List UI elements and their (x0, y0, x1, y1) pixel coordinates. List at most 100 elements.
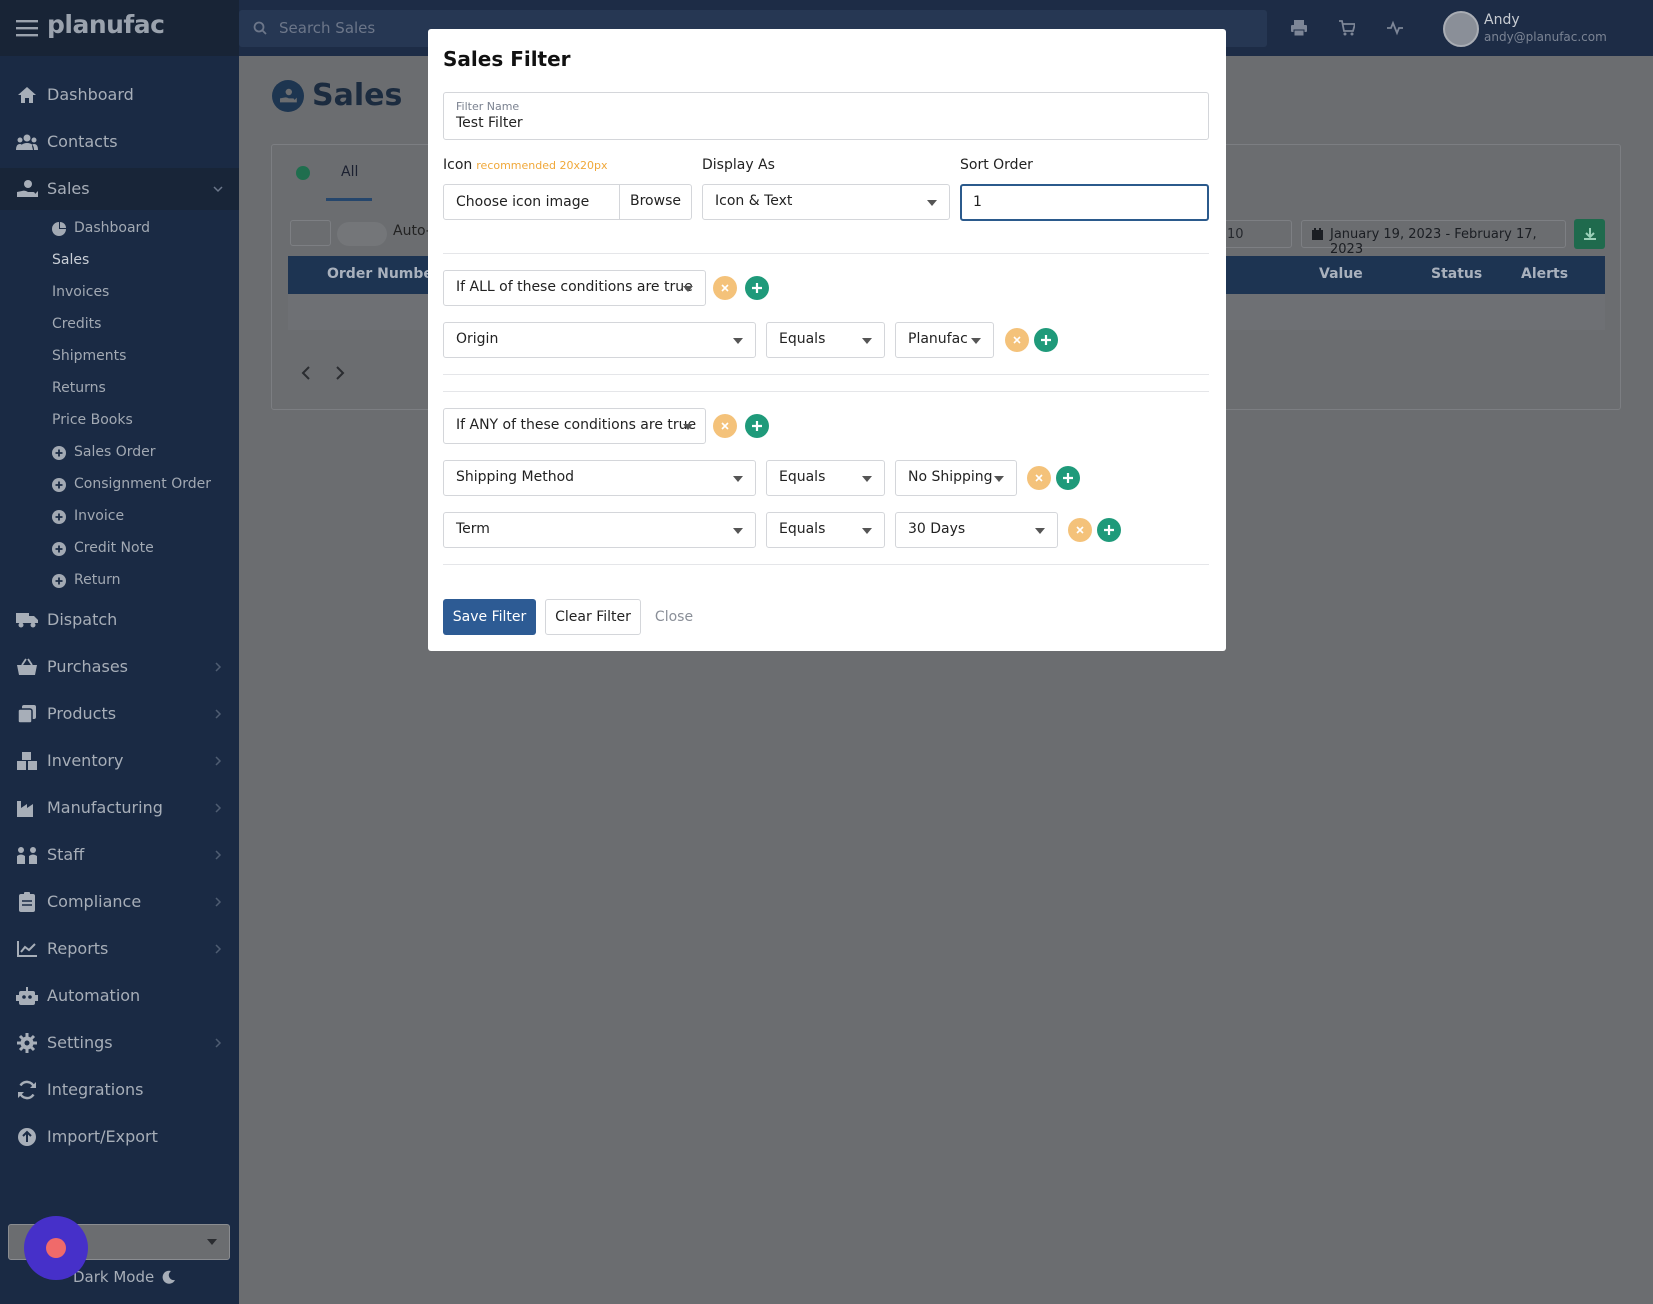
condition-operator-select[interactable]: Equals (766, 460, 885, 496)
condition-operator-select[interactable]: Equals (766, 512, 885, 548)
save-filter-button[interactable]: Save Filter (443, 599, 536, 635)
clear-filter-button[interactable]: Clear Filter (545, 599, 641, 635)
sidebar-sub-dashboard[interactable]: Dashboard (0, 214, 239, 244)
per-page-select[interactable]: 10 (1220, 220, 1292, 248)
col-value[interactable]: Value (1319, 266, 1363, 282)
sidebar-sub-sales[interactable]: Sales (0, 246, 239, 276)
bulk-select-checkbox[interactable] (290, 220, 331, 246)
condition-value: Planufac (908, 331, 968, 347)
remove-condition-button[interactable] (1027, 466, 1051, 490)
plus-icon (1062, 472, 1074, 484)
sort-order-label: Sort Order (960, 157, 1033, 173)
hamburger-menu-icon[interactable] (16, 18, 38, 38)
sidebar-sub-new-invoice[interactable]: Invoice (0, 502, 239, 532)
sidebar-sub-credits[interactable]: Credits (0, 310, 239, 340)
add-condition-button[interactable] (1034, 328, 1058, 352)
col-order-number[interactable]: Order Number (327, 266, 440, 282)
chevron-right-icon[interactable] (335, 366, 345, 380)
avatar[interactable] (1443, 11, 1479, 47)
filter-name-field[interactable]: Filter Name Test Filter (443, 92, 1209, 140)
tab-all[interactable]: All (341, 164, 358, 180)
condition-value-select[interactable]: No Shipping (895, 460, 1017, 496)
sort-order-input[interactable]: 1 (960, 184, 1209, 221)
group1-mode-select[interactable]: If ALL of these conditions are true (443, 270, 706, 306)
browse-button[interactable]: Browse (619, 184, 692, 220)
sidebar-item-purchases[interactable]: Purchases (0, 646, 239, 688)
sidebar-item-sales[interactable]: Sales (0, 168, 239, 210)
sidebar-item-contacts[interactable]: Contacts (0, 121, 239, 163)
group2-mode-select[interactable]: If ANY of these conditions are true (443, 408, 706, 444)
sidebar-sub-new-credit-note[interactable]: Credit Note (0, 534, 239, 564)
close-button[interactable]: Close (644, 599, 704, 635)
sidebar-sub-label: Price Books (52, 412, 133, 428)
sidebar-sub-new-sales-order[interactable]: Sales Order (0, 438, 239, 468)
sidebar-sub-new-consignment-order[interactable]: Consignment Order (0, 470, 239, 500)
sidebar: planufac Dashboard Contacts Sales Dashbo… (0, 0, 239, 1304)
search-icon (253, 21, 267, 35)
add-group2-condition-button[interactable] (745, 414, 769, 438)
auto-toggle[interactable] (337, 222, 387, 246)
sidebar-item-manufacturing[interactable]: Manufacturing (0, 787, 239, 829)
divider (443, 391, 1209, 392)
download-button[interactable] (1574, 219, 1605, 249)
icon-label-text: Icon (443, 157, 473, 173)
sidebar-item-products[interactable]: Products (0, 693, 239, 735)
condition-value-select[interactable]: Planufac (895, 322, 994, 358)
sidebar-item-integrations[interactable]: Integrations (0, 1069, 239, 1111)
sidebar-sub-returns[interactable]: Returns (0, 374, 239, 404)
chat-launcher-button[interactable] (24, 1216, 88, 1280)
sidebar-item-automation[interactable]: Automation (0, 975, 239, 1017)
condition-field-select[interactable]: Term (443, 512, 756, 548)
auto-label: Auto- (393, 223, 431, 239)
plus-circle-icon (52, 478, 66, 492)
planufac-logo[interactable]: planufac (47, 10, 165, 39)
add-condition-button[interactable] (1056, 466, 1080, 490)
col-status[interactable]: Status (1431, 266, 1482, 282)
condition-field-select[interactable]: Shipping Method (443, 460, 756, 496)
condition-field-select[interactable]: Origin (443, 322, 756, 358)
icon-file-input[interactable]: Choose icon image Browse (443, 184, 692, 220)
sidebar-item-dashboard[interactable]: Dashboard (0, 74, 239, 116)
caret-down-icon (683, 286, 693, 292)
user-name[interactable]: Andy (1484, 12, 1520, 28)
caret-down-icon (971, 338, 981, 344)
sidebar-item-label: Settings (47, 1033, 113, 1052)
sidebar-item-compliance[interactable]: Compliance (0, 881, 239, 923)
col-alerts[interactable]: Alerts (1521, 266, 1568, 282)
sidebar-sub-price-books[interactable]: Price Books (0, 406, 239, 436)
add-tab-button[interactable] (296, 166, 310, 180)
add-condition-button[interactable] (1097, 518, 1121, 542)
plus-icon (751, 420, 763, 432)
condition-value: 30 Days (908, 521, 966, 537)
plus-icon (1103, 524, 1115, 536)
sidebar-item-settings[interactable]: Settings (0, 1022, 239, 1064)
sidebar-item-import-export[interactable]: Import/Export (0, 1116, 239, 1158)
date-range-picker[interactable]: January 19, 2023 - February 17, 2023 (1301, 220, 1566, 257)
dark-mode-toggle[interactable]: Dark Mode (73, 1268, 176, 1286)
caret-down-icon (862, 476, 872, 482)
cart-icon[interactable] (1337, 18, 1357, 38)
remove-group1-button[interactable] (713, 276, 737, 300)
remove-group2-button[interactable] (713, 414, 737, 438)
caret-down-icon (683, 424, 693, 430)
remove-condition-button[interactable] (1068, 518, 1092, 542)
add-group1-condition-button[interactable] (745, 276, 769, 300)
activity-icon[interactable] (1385, 18, 1405, 38)
sidebar-item-inventory[interactable]: Inventory (0, 740, 239, 782)
sidebar-item-reports[interactable]: Reports (0, 928, 239, 970)
sidebar-sub-new-return[interactable]: Return (0, 566, 239, 596)
sidebar-item-dispatch[interactable]: Dispatch (0, 599, 239, 641)
display-as-select[interactable]: Icon & Text (702, 184, 950, 220)
sidebar-item-staff[interactable]: Staff (0, 834, 239, 876)
sidebar-item-label: Automation (47, 986, 141, 1005)
close-icon (721, 422, 729, 430)
home-icon (16, 84, 38, 106)
chevron-left-icon[interactable] (301, 366, 311, 380)
sidebar-sub-invoices[interactable]: Invoices (0, 278, 239, 308)
boxes-icon (16, 750, 38, 772)
printer-icon[interactable] (1289, 18, 1309, 38)
condition-operator-select[interactable]: Equals (766, 322, 885, 358)
condition-value-select[interactable]: 30 Days (895, 512, 1058, 548)
sidebar-sub-shipments[interactable]: Shipments (0, 342, 239, 372)
remove-condition-button[interactable] (1005, 328, 1029, 352)
